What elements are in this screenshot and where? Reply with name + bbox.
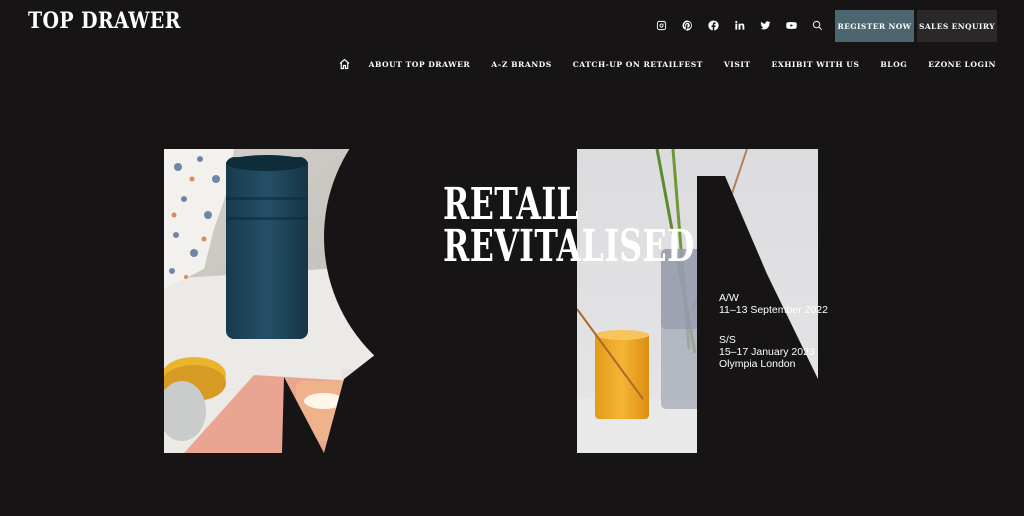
venue: Olympia London xyxy=(719,358,796,370)
nav-item-about[interactable]: ABOUT TOP DRAWER xyxy=(369,60,471,69)
top-drawer-logo[interactable]: TOP DRAWER xyxy=(28,8,181,34)
nav-item-blog[interactable]: BLOG xyxy=(880,60,907,69)
twitter-icon[interactable] xyxy=(752,18,778,32)
sales-enquiry-button[interactable]: SALES ENQUIRY xyxy=(917,10,997,42)
hero-headline-line1: RETAIL xyxy=(443,179,580,230)
nav-item-exhibit[interactable]: EXHIBIT WITH US xyxy=(772,60,860,69)
ss-label: S/S xyxy=(719,334,736,346)
show-dates: A/W 11–13 September 2022 S/S 15–17 Janua… xyxy=(719,292,828,370)
aw-label: A/W xyxy=(719,292,739,304)
nav-item-retailfest[interactable]: CATCH-UP ON RETAILFEST xyxy=(573,60,703,69)
hero-photo-left xyxy=(164,149,485,453)
youtube-icon[interactable] xyxy=(778,18,804,32)
social-icons xyxy=(648,18,830,32)
pinterest-icon[interactable] xyxy=(674,18,700,32)
home-icon[interactable] xyxy=(338,58,352,70)
hero-headline: RETAIL REVITALISED xyxy=(443,179,695,272)
aw-dates: 11–13 September 2022 xyxy=(719,304,828,316)
facebook-icon[interactable] xyxy=(700,18,726,32)
ss-dates: 15–17 January 2023 xyxy=(719,346,815,358)
nav-item-ezone-login[interactable]: EZONE LOGIN xyxy=(928,60,996,69)
search-icon[interactable] xyxy=(804,18,830,32)
nav-item-brands[interactable]: A–Z BRANDS xyxy=(491,60,552,69)
nav-item-visit[interactable]: VISIT xyxy=(724,60,751,69)
register-now-button[interactable]: REGISTER NOW xyxy=(835,10,914,42)
instagram-icon[interactable] xyxy=(648,18,674,32)
hero-headline-line2: REVITALISED xyxy=(443,221,695,272)
linkedin-icon[interactable] xyxy=(726,18,752,32)
main-nav: ABOUT TOP DRAWER A–Z BRANDS CATCH-UP ON … xyxy=(338,58,996,70)
